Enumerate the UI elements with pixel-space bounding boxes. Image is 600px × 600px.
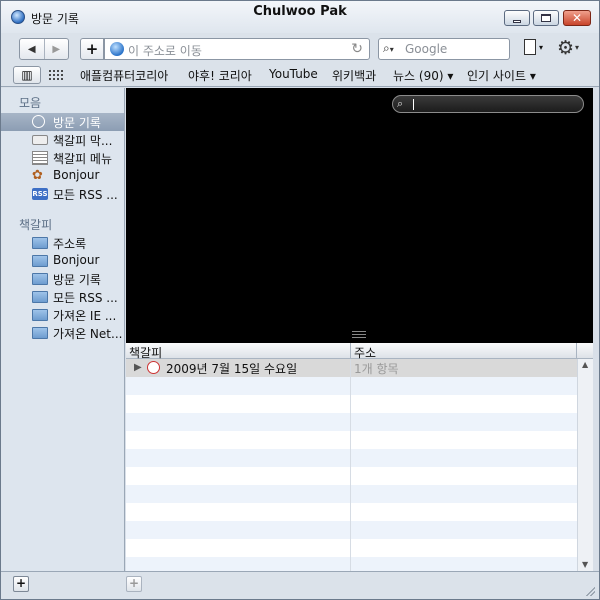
sidebar-item-bookmarks-menu[interactable]: 책갈피 메뉴 bbox=[1, 149, 124, 167]
folder-icon bbox=[32, 309, 48, 321]
chevron-down-icon: ▾ bbox=[575, 43, 580, 52]
plus-icon: + bbox=[85, 40, 99, 58]
show-bookmarks-button[interactable]: ▥ bbox=[13, 66, 41, 84]
search-icon: ⌕ bbox=[397, 97, 404, 110]
history-search-input[interactable]: ⌕ bbox=[392, 95, 584, 113]
row-address: 1개 항목 bbox=[354, 362, 399, 376]
sidebar-folder-bonjour[interactable]: Bonjour bbox=[1, 252, 124, 270]
bookmark-folder-news[interactable]: 뉴스 (90) ▾ bbox=[393, 67, 453, 84]
folder-icon bbox=[32, 273, 48, 285]
search-icon: ⌕▾ bbox=[383, 41, 394, 55]
column-divider bbox=[576, 343, 577, 359]
scroll-down-icon[interactable]: ▼ bbox=[582, 560, 588, 569]
toolbar: ◀ ▶ + 이 주소로 이동 ↻ ⌕▾ Google ▾ ⚙ ▾ bbox=[1, 33, 599, 63]
column-divider[interactable] bbox=[350, 343, 351, 359]
forward-icon: ▶ bbox=[52, 43, 61, 55]
minimize-button[interactable] bbox=[504, 10, 530, 26]
text-caret bbox=[413, 99, 414, 110]
forward-button[interactable]: ▶ bbox=[45, 39, 69, 59]
sidebar-item-history[interactable]: 방문 기록 bbox=[1, 113, 124, 131]
list-rows: ▶ 2009년 7월 15일 수요일 1개 항목 bbox=[126, 359, 577, 571]
bookmarks-bar: ▥ 애플컴퓨터코리아 야후! 코리아 YouTube 위키백과 뉴스 (90) … bbox=[1, 63, 599, 87]
address-field[interactable]: 이 주소로 이동 ↻ bbox=[104, 38, 370, 60]
sidebar-item-bonjour[interactable]: ✿ Bonjour bbox=[1, 167, 124, 185]
sidebar-item-label: 방문 기록 bbox=[53, 116, 101, 130]
sidebar-item-label: 가져온 Net... bbox=[53, 327, 123, 341]
vertical-scrollbar[interactable]: ▲ ▼ bbox=[577, 359, 593, 571]
maximize-button[interactable] bbox=[533, 10, 559, 26]
folder-icon bbox=[32, 237, 48, 249]
disclosure-triangle-icon[interactable]: ▶ bbox=[134, 362, 142, 373]
folder-icon bbox=[32, 291, 48, 303]
bottom-bar: + + bbox=[1, 571, 599, 599]
sidebar-item-label: 모든 RSS ... bbox=[53, 291, 118, 305]
sidebar-item-label: Bonjour bbox=[53, 253, 100, 267]
rss-icon: RSS bbox=[32, 188, 48, 200]
resize-grip[interactable] bbox=[585, 586, 595, 596]
sidebar-folder-imported-ie[interactable]: 가져온 IE ... bbox=[1, 306, 124, 324]
back-button[interactable]: ◀ bbox=[20, 39, 45, 59]
sidebar-folder-history[interactable]: 방문 기록 bbox=[1, 270, 124, 288]
row-title: 2009년 7월 15일 수요일 bbox=[166, 362, 298, 376]
column-divider-line bbox=[350, 359, 351, 571]
search-placeholder: Google bbox=[405, 42, 448, 56]
clock-icon bbox=[32, 115, 45, 128]
sidebar-item-label: 가져온 IE ... bbox=[53, 309, 117, 323]
title-bar: 방문 기록 Chulwoo Pak ✕ bbox=[1, 1, 599, 33]
add-collection-button[interactable]: + bbox=[13, 576, 29, 592]
top-sites-grid-icon[interactable] bbox=[48, 69, 64, 81]
book-icon: ▥ bbox=[21, 68, 33, 82]
browser-window: 방문 기록 Chulwoo Pak ✕ ◀ ▶ + 이 주소로 이동 ↻ ⌕▾ … bbox=[0, 0, 600, 600]
gear-icon: ⚙ bbox=[557, 37, 575, 59]
page-menu-button[interactable]: ▾ bbox=[524, 39, 548, 59]
page-icon bbox=[524, 39, 536, 55]
sidebar-item-label: 방문 기록 bbox=[53, 273, 101, 287]
minimize-icon bbox=[513, 19, 521, 23]
sidebar-folder-rss[interactable]: 모든 RSS ... bbox=[1, 288, 124, 306]
maximize-icon bbox=[541, 14, 551, 22]
sidebar-item-label: 책갈피 막... bbox=[53, 134, 113, 148]
sidebar-item-label: 주소록 bbox=[53, 237, 87, 251]
nav-buttons: ◀ ▶ bbox=[19, 38, 69, 60]
sidebar-folder-address-book[interactable]: 주소록 bbox=[1, 234, 124, 252]
close-button[interactable]: ✕ bbox=[563, 10, 591, 26]
folder-icon bbox=[32, 255, 48, 267]
cover-flow-view[interactable]: ⌕ bbox=[126, 88, 593, 343]
column-headers: 책갈피 주소 bbox=[126, 343, 593, 360]
bookmarks-menu-icon bbox=[32, 151, 48, 165]
settings-menu-button[interactable]: ⚙ ▾ bbox=[557, 37, 585, 59]
bookmark-link[interactable]: 야후! 코리아 bbox=[188, 67, 252, 84]
bookmark-link[interactable]: 애플컴퓨터코리아 bbox=[80, 67, 168, 84]
address-placeholder: 이 주소로 이동 bbox=[128, 44, 202, 58]
sidebar-header-collections: 모음 bbox=[19, 96, 42, 110]
folder-icon bbox=[32, 327, 48, 339]
back-icon: ◀ bbox=[27, 43, 36, 55]
table-row[interactable]: ▶ 2009년 7월 15일 수요일 1개 항목 bbox=[126, 359, 577, 377]
bookmarks-bar-icon bbox=[32, 135, 48, 145]
sidebar: 모음 방문 기록 책갈피 막... 책갈피 메뉴 ✿ Bonjour RSS 모… bbox=[1, 88, 125, 571]
sidebar-item-label: Bonjour bbox=[53, 168, 100, 182]
chevron-down-icon: ▾ bbox=[539, 43, 544, 52]
search-dropdown-icon: ▾ bbox=[389, 45, 394, 54]
scroll-up-icon[interactable]: ▲ bbox=[582, 360, 588, 369]
sidebar-item-bookmarks-bar[interactable]: 책갈피 막... bbox=[1, 131, 124, 149]
add-bookmark-folder-button[interactable]: + bbox=[126, 576, 142, 592]
splitter-handle[interactable] bbox=[352, 331, 366, 338]
search-input[interactable]: ⌕▾ Google bbox=[378, 38, 510, 60]
bookmark-link[interactable]: YouTube bbox=[269, 67, 318, 81]
globe-icon bbox=[110, 42, 124, 56]
sidebar-item-label: 책갈피 메뉴 bbox=[53, 152, 113, 166]
sidebar-header-bookmarks: 책갈피 bbox=[19, 218, 53, 232]
bookmark-link[interactable]: 위키백과 bbox=[332, 67, 376, 84]
clock-icon bbox=[147, 361, 160, 374]
close-icon: ✕ bbox=[571, 11, 583, 25]
add-bookmark-button[interactable]: + bbox=[80, 38, 104, 60]
reload-icon[interactable]: ↻ bbox=[351, 41, 363, 57]
sidebar-item-label: 모든 RSS ... bbox=[53, 188, 118, 202]
sidebar-folder-imported-netscape[interactable]: 가져온 Net... bbox=[1, 324, 124, 342]
bookmark-folder-popular[interactable]: 인기 사이트 ▾ bbox=[467, 67, 536, 84]
bonjour-icon: ✿ bbox=[32, 168, 43, 183]
history-list: 책갈피 주소 ▶ 2009년 7월 15일 수요일 1개 항목 ▲ ▼ bbox=[126, 343, 593, 571]
sidebar-item-rss[interactable]: RSS 모든 RSS ... bbox=[1, 185, 124, 203]
